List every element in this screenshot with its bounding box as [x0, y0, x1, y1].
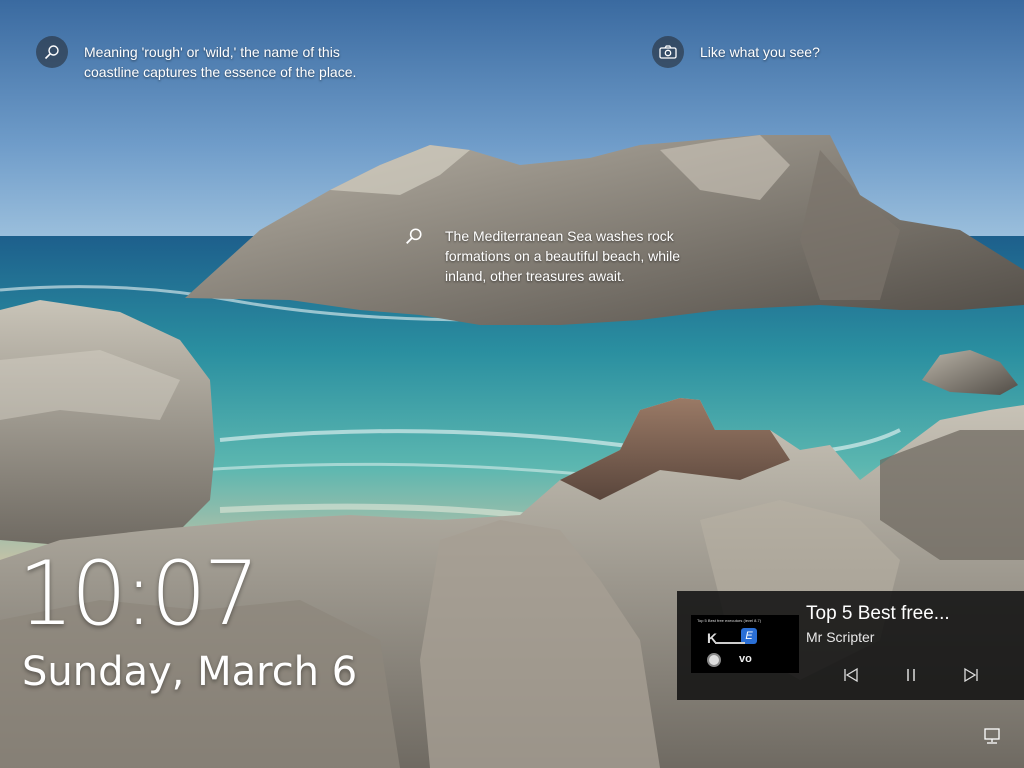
media-thumbnail: Top 5 Best free executors (level 8.7) K …	[691, 615, 799, 673]
camera-icon	[652, 36, 684, 68]
like-what-you-see-label: Like what you see?	[700, 44, 820, 60]
like-what-you-see-button[interactable]: Like what you see?	[652, 36, 872, 68]
vo-logo-icon: vo	[739, 653, 752, 665]
thumbnail-caption: Top 5 Best free executors (level 8.7)	[697, 618, 762, 623]
next-track-button[interactable]	[957, 661, 985, 689]
circle-logo-icon	[707, 653, 721, 667]
next-icon	[964, 667, 978, 683]
spotlight-fact-2-text: The Mediterranean Sea washes rock format…	[445, 228, 681, 284]
search-icon	[403, 225, 425, 247]
media-artist: Mr Scripter	[806, 629, 875, 645]
fluxus-logo-icon	[715, 642, 745, 652]
media-title: Top 5 Best free...	[806, 603, 950, 624]
network-icon[interactable]	[982, 726, 1002, 746]
spotlight-fact-2[interactable]: The Mediterranean Sea washes rock format…	[403, 224, 713, 286]
previous-icon	[844, 667, 858, 683]
pause-icon	[907, 669, 915, 681]
lock-clock-date: Sunday, March 6	[22, 649, 358, 695]
spotlight-fact-1-text: Meaning 'rough' or 'wild,' the name of t…	[84, 44, 357, 80]
pause-button[interactable]	[897, 661, 925, 689]
media-controls-panel: Top 5 Best free executors (level 8.7) K …	[677, 591, 1024, 700]
previous-track-button[interactable]	[837, 661, 865, 689]
lock-clock-time: 10:07	[18, 542, 260, 645]
search-icon	[36, 36, 68, 68]
spotlight-fact-1[interactable]: Meaning 'rough' or 'wild,' the name of t…	[36, 36, 376, 82]
